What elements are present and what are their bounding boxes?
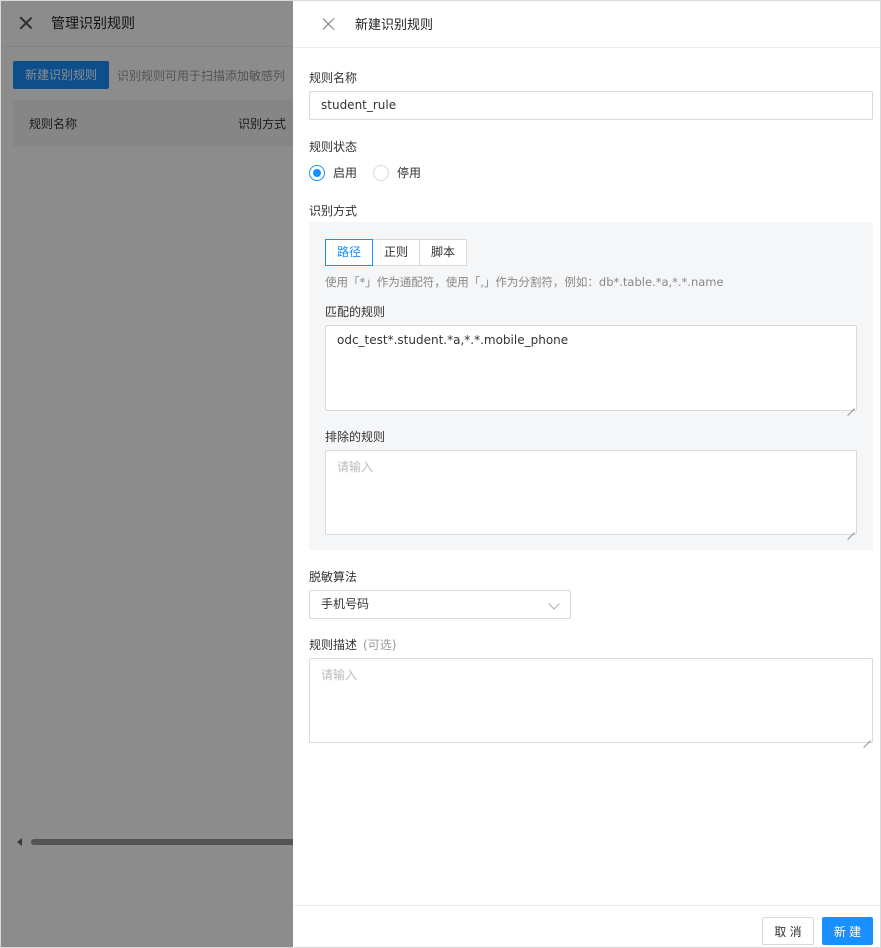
rule-status-group: 启用 停用 bbox=[309, 164, 437, 181]
match-rule-textarea[interactable]: odc_test*.student.*a,*.*.mobile_phone bbox=[325, 325, 857, 411]
resize-handle-icon[interactable] bbox=[847, 401, 855, 409]
algorithm-value: 手机号码 bbox=[321, 597, 370, 611]
exclude-rule-textarea[interactable]: 请输入 bbox=[325, 450, 857, 535]
description-label-text: 规则描述 bbox=[309, 638, 358, 652]
optional-tag: (可选) bbox=[363, 638, 397, 652]
radio-enabled-label: 启用 bbox=[333, 166, 358, 180]
method-label: 识别方式 bbox=[309, 204, 358, 218]
create-button[interactable]: 新 建 bbox=[822, 917, 873, 945]
tab-path[interactable]: 路径 bbox=[325, 239, 374, 266]
method-tabs: 路径 正则 脚本 bbox=[325, 239, 468, 266]
tab-regex[interactable]: 正则 bbox=[372, 239, 421, 266]
radio-unchecked-icon[interactable] bbox=[373, 164, 390, 181]
drawer-footer: 取 消 新 建 bbox=[293, 905, 881, 948]
tab-script[interactable]: 脚本 bbox=[419, 239, 468, 266]
new-rule-drawer: 新建识别规则 规则名称 student_rule 规则状态 启用 停用 识别方式… bbox=[293, 0, 881, 948]
drawer-header: 新建识别规则 bbox=[293, 0, 881, 48]
method-hint: 使用「*」作为通配符，使用「,」作为分割符，例如：db*.table.*a,*.… bbox=[325, 275, 724, 289]
radio-disabled-label: 停用 bbox=[397, 166, 422, 180]
rule-status-label: 规则状态 bbox=[309, 140, 358, 154]
rule-name-input[interactable]: student_rule bbox=[309, 91, 873, 120]
exclude-rule-placeholder: 请输入 bbox=[337, 460, 374, 474]
chevron-down-icon bbox=[548, 598, 560, 610]
resize-handle-icon[interactable] bbox=[863, 733, 871, 741]
method-section: 路径 正则 脚本 使用「*」作为通配符，使用「,」作为分割符，例如：db*.ta… bbox=[309, 222, 873, 550]
description-placeholder: 请输入 bbox=[321, 668, 358, 682]
drawer-title: 新建识别规则 bbox=[355, 18, 434, 33]
cancel-button[interactable]: 取 消 bbox=[762, 917, 814, 945]
rule-name-label: 规则名称 bbox=[309, 71, 358, 85]
algorithm-label: 脱敏算法 bbox=[309, 570, 358, 584]
match-rule-value: odc_test*.student.*a,*.*.mobile_phone bbox=[337, 333, 569, 347]
radio-checked-icon[interactable] bbox=[309, 164, 325, 181]
algorithm-select[interactable]: 手机号码 bbox=[309, 590, 571, 619]
radio-disabled[interactable]: 停用 bbox=[373, 164, 421, 181]
description-label: 规则描述 (可选) bbox=[309, 636, 396, 653]
radio-enabled[interactable]: 启用 bbox=[309, 164, 357, 181]
match-rule-label: 匹配的规则 bbox=[325, 305, 386, 319]
exclude-rule-label: 排除的规则 bbox=[325, 430, 386, 444]
close-icon[interactable] bbox=[322, 17, 336, 31]
resize-handle-icon[interactable] bbox=[847, 525, 855, 533]
description-textarea[interactable]: 请输入 bbox=[309, 658, 873, 743]
